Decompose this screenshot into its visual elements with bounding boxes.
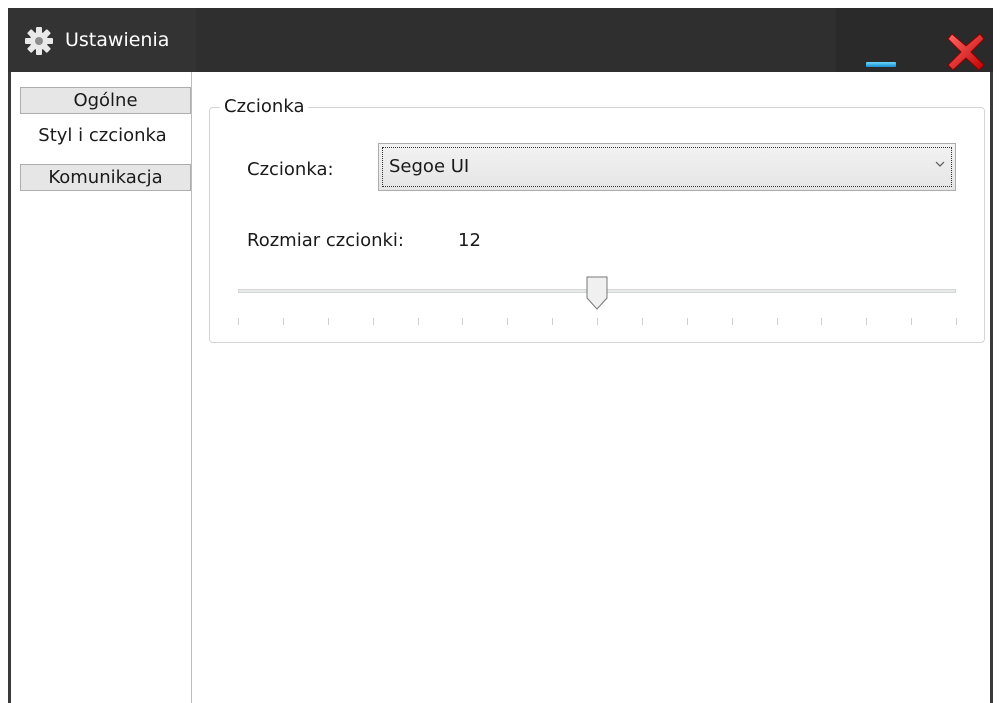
slider-tick [821,318,822,325]
tab-komunikacja[interactable]: Komunikacja [20,164,191,191]
slider-tick [956,318,957,325]
slider-tick [328,318,329,325]
minimize-icon [866,62,896,67]
settings-tab-strip: Ogólne Styl i czcionka Komunikacja [11,72,192,703]
slider-tick [777,318,778,325]
slider-tick [238,318,239,325]
close-icon[interactable] [944,30,988,74]
font-group-legend: Czcionka [220,96,309,118]
slider-tick [552,318,553,325]
slider-tick [732,318,733,325]
slider-tick [418,318,419,325]
settings-window: Ustawienia Ogólne Styl i czcionka Komuni… [0,0,1001,703]
slider-tick [597,318,598,325]
tab-styl-i-czcionka[interactable]: Styl i czcionka [14,120,191,154]
font-family-dropdown[interactable]: Segoe UI [378,143,956,191]
slider-tick [687,318,688,325]
font-size-value: 12 [458,230,481,251]
font-family-value: Segoe UI [389,156,470,177]
tab-content-panel: Czcionka Czcionka: Segoe UI Rozmiar czci… [192,72,990,703]
font-size-slider[interactable] [238,272,958,332]
font-label: Czcionka: [247,159,334,180]
slider-thumb[interactable] [586,276,608,310]
slider-tick [462,318,463,325]
window-title: Ustawienia [65,29,170,51]
window-border-right [990,8,993,703]
tab-ogolne[interactable]: Ogólne [20,87,191,114]
gear-icon [25,27,53,55]
slider-tick [866,318,867,325]
slider-tick [642,318,643,325]
minimize-button[interactable] [858,38,902,68]
chevron-down-icon [935,161,945,167]
slider-tick [283,318,284,325]
title-bar[interactable]: Ustawienia [8,8,993,72]
slider-tick [911,318,912,325]
slider-tick [507,318,508,325]
slider-tick [373,318,374,325]
slider-ticks [238,318,958,326]
font-size-label: Rozmiar czcionki: [247,230,404,251]
